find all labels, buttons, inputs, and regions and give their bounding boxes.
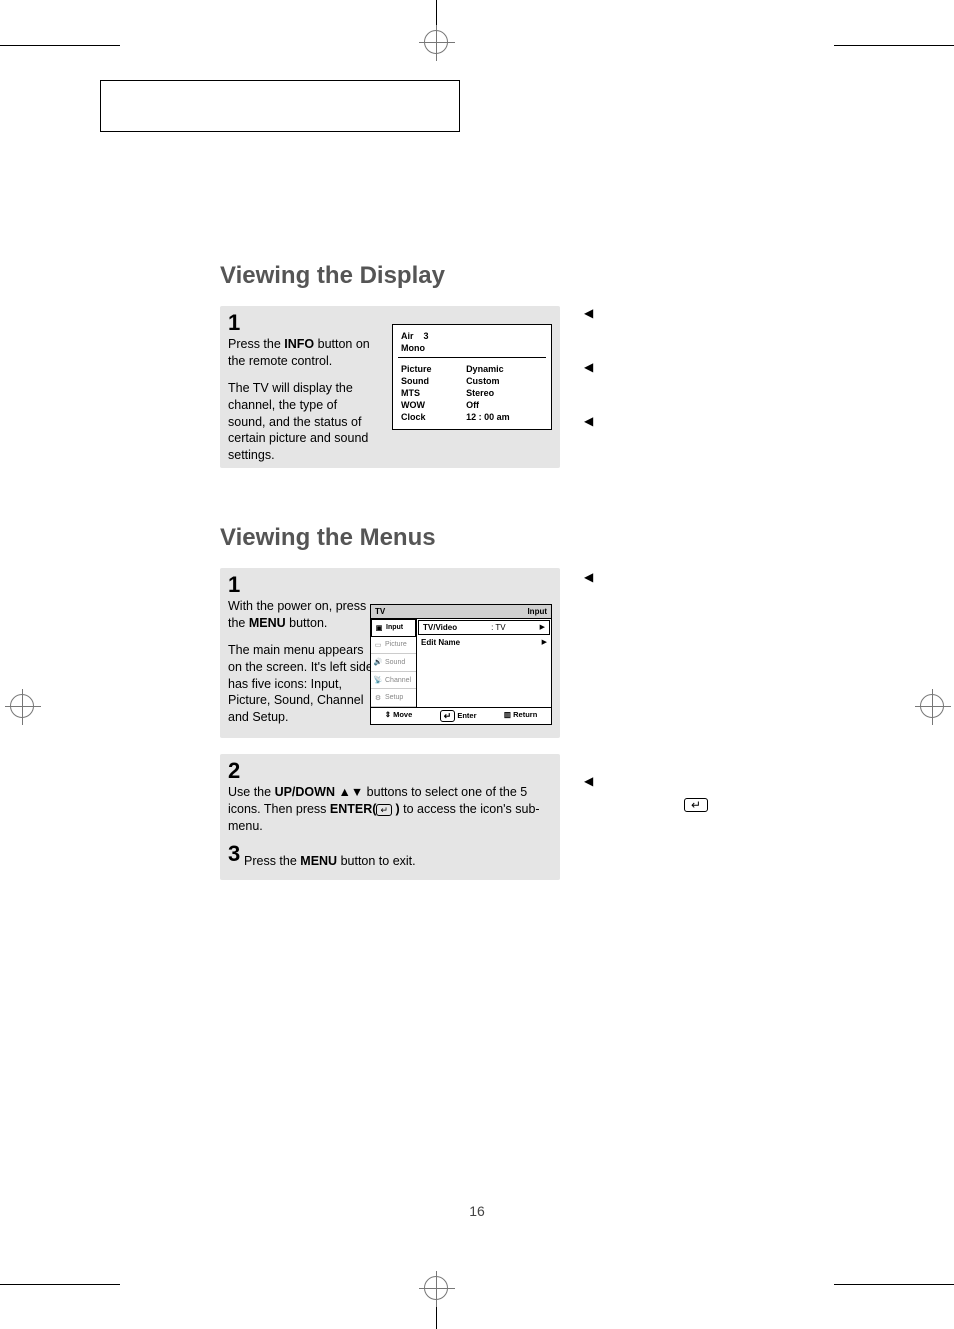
remote-indicators: ◀ ◀ ◀ xyxy=(584,306,754,468)
enter-large-icon: ↵ xyxy=(684,796,754,814)
sidebar-item-input: ▣Input xyxy=(371,619,416,637)
menu-step3-text: Press the MENU button to exit. xyxy=(228,853,552,870)
section-title-menus: Viewing the Menus xyxy=(220,524,860,552)
sound-icon: 🔊 xyxy=(373,658,383,666)
step-block-menu-1: 1 With the power on, press the MENU butt… xyxy=(220,568,560,738)
step1-para2: The TV will display the channel, the typ… xyxy=(228,380,378,464)
menu-step1-para1: With the power on, press the MENU button… xyxy=(228,598,378,632)
osd-menu-sidebar: ▣Input ▭Picture 🔊Sound 📡Channel ⚙Setup xyxy=(371,619,417,707)
updown-icon: ⇕ xyxy=(385,710,391,719)
triangle-left-icon: ◀ xyxy=(584,414,754,428)
picture-icon: ▭ xyxy=(373,641,383,649)
page-number: 16 xyxy=(0,1203,954,1219)
step-block-1: 1 Press the INFO button on the remote co… xyxy=(220,306,560,468)
menu-step2-text: Use the UP/DOWN ▲▼ buttons to select one… xyxy=(228,784,552,835)
enter-icon: ↵ xyxy=(376,804,392,816)
triangle-left-icon: ◀ xyxy=(584,774,754,788)
triangle-left-icon: ◀ xyxy=(584,306,754,320)
osd-info-panel: Air 3 Mono PictureDynamic SoundCustom MT… xyxy=(392,324,552,430)
sidebar-item-sound: 🔊Sound xyxy=(371,654,416,672)
sidebar-item-setup: ⚙Setup xyxy=(371,689,416,707)
triangle-left-icon: ◀ xyxy=(584,570,754,584)
header-box xyxy=(100,80,460,132)
triangle-right-icon: ▶ xyxy=(540,623,545,632)
triangle-right-icon: ▶ xyxy=(542,638,547,647)
enter-icon: ↵ xyxy=(440,710,456,722)
registration-mark xyxy=(10,694,34,718)
osd-menu-panel: TV Input ▣Input ▭Picture 🔊Sound 📡Channel… xyxy=(370,604,552,725)
step1-para1: Press the INFO button on the remote cont… xyxy=(228,336,378,370)
osd-info-header: Air 3 xyxy=(401,331,543,341)
setup-icon: ⚙ xyxy=(373,694,383,702)
triangle-left-icon: ◀ xyxy=(584,360,754,374)
step-number: 1 xyxy=(228,574,552,596)
input-icon: ▣ xyxy=(374,624,384,632)
registration-mark xyxy=(424,30,448,54)
osd-menu-main: TV/Video : TV ▶ Edit Name ▶ xyxy=(417,619,551,707)
sidebar-item-channel: 📡Channel xyxy=(371,672,416,690)
channel-icon: 📡 xyxy=(373,676,383,684)
section-title-display: Viewing the Display xyxy=(220,262,860,290)
registration-mark xyxy=(424,1276,448,1300)
sidebar-item-picture: ▭Picture xyxy=(371,637,416,655)
remote-indicators-2: ◀ ◀ ↵ xyxy=(584,570,754,814)
step-block-menu-23: 2 Use the UP/DOWN ▲▼ buttons to select o… xyxy=(220,754,560,880)
return-icon: ▥ xyxy=(504,710,511,719)
registration-mark xyxy=(920,694,944,718)
step-number: 2 xyxy=(228,760,552,782)
menu-step1-para2: The main menu appears on the screen. It'… xyxy=(228,642,378,726)
osd-info-table: PictureDynamic SoundCustom MTSStereo WOW… xyxy=(401,363,543,423)
